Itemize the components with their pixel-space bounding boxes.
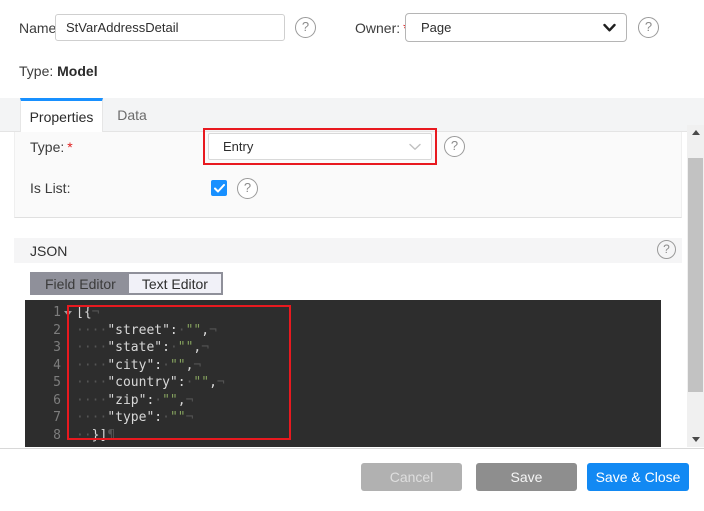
vertical-scrollbar[interactable]	[687, 125, 704, 447]
owner-select[interactable]: Page	[405, 13, 627, 42]
line-number: 4	[25, 357, 63, 375]
code-line: 1[{¬	[25, 304, 661, 322]
variable-editor-dialog: Name:* ? Owner:* Page ? Type: Model Prop…	[0, 0, 704, 511]
type-model-line: Type: Model	[19, 63, 98, 79]
line-number: 2	[25, 322, 63, 340]
code-line: 8··}]¶	[25, 427, 661, 445]
scroll-up-icon[interactable]	[687, 125, 704, 140]
editor-mode-switch: Field Editor Text Editor	[30, 272, 223, 295]
code-line: 2····"street":·"",¬	[25, 322, 661, 340]
chevron-down-icon	[603, 23, 616, 32]
text-editor-button[interactable]: Text Editor	[129, 274, 221, 293]
code-line: 7····"type":·""¬	[25, 409, 661, 427]
json-section-header: JSON	[14, 238, 682, 263]
type-select[interactable]: Entry	[208, 133, 432, 160]
code-line: 4····"city":·"",¬	[25, 357, 661, 375]
fold-arrow-icon[interactable]	[64, 311, 72, 316]
line-number: 6	[25, 392, 63, 410]
cancel-button[interactable]: Cancel	[361, 463, 462, 491]
json-code-editor[interactable]: 1[{¬2····"street":·"",¬3····"state":·"",…	[25, 300, 661, 447]
tab-bar: Properties Data	[0, 98, 704, 132]
tab-properties[interactable]: Properties	[20, 98, 103, 132]
help-icon[interactable]: ?	[237, 178, 258, 199]
help-icon[interactable]: ?	[444, 136, 465, 157]
code-line: 6····"zip":·"",¬	[25, 392, 661, 410]
help-icon[interactable]: ?	[295, 17, 316, 38]
save-and-close-button[interactable]: Save & Close	[587, 463, 689, 491]
scroll-down-icon[interactable]	[687, 432, 704, 447]
code-line: 3····"state":·"",¬	[25, 339, 661, 357]
line-number: 7	[25, 409, 63, 427]
type-model-value: Model	[57, 63, 97, 79]
name-input[interactable]	[55, 14, 285, 41]
line-number: 8	[25, 427, 63, 445]
is-list-label: Is List:	[30, 180, 70, 196]
owner-select-value: Page	[406, 20, 451, 35]
footer-divider	[0, 448, 704, 449]
required-marker: *	[67, 139, 72, 155]
json-section-title: JSON	[14, 243, 67, 259]
tab-data[interactable]: Data	[103, 98, 161, 132]
line-number: 5	[25, 374, 63, 392]
save-button[interactable]: Save	[476, 463, 577, 491]
type-select-value: Entry	[209, 139, 253, 154]
type-label: Type:*	[30, 139, 73, 155]
field-editor-button[interactable]: Field Editor	[32, 274, 129, 293]
code-line: 5····"country":·"",¬	[25, 374, 661, 392]
is-list-checkbox[interactable]	[211, 180, 227, 196]
line-number: 3	[25, 339, 63, 357]
scrollbar-thumb[interactable]	[688, 158, 703, 392]
chevron-down-icon	[409, 143, 421, 151]
help-icon[interactable]: ?	[638, 17, 659, 38]
check-icon	[214, 184, 225, 193]
owner-label: Owner:*	[355, 20, 409, 36]
line-number: 1	[25, 304, 63, 322]
help-icon[interactable]: ?	[657, 240, 676, 259]
